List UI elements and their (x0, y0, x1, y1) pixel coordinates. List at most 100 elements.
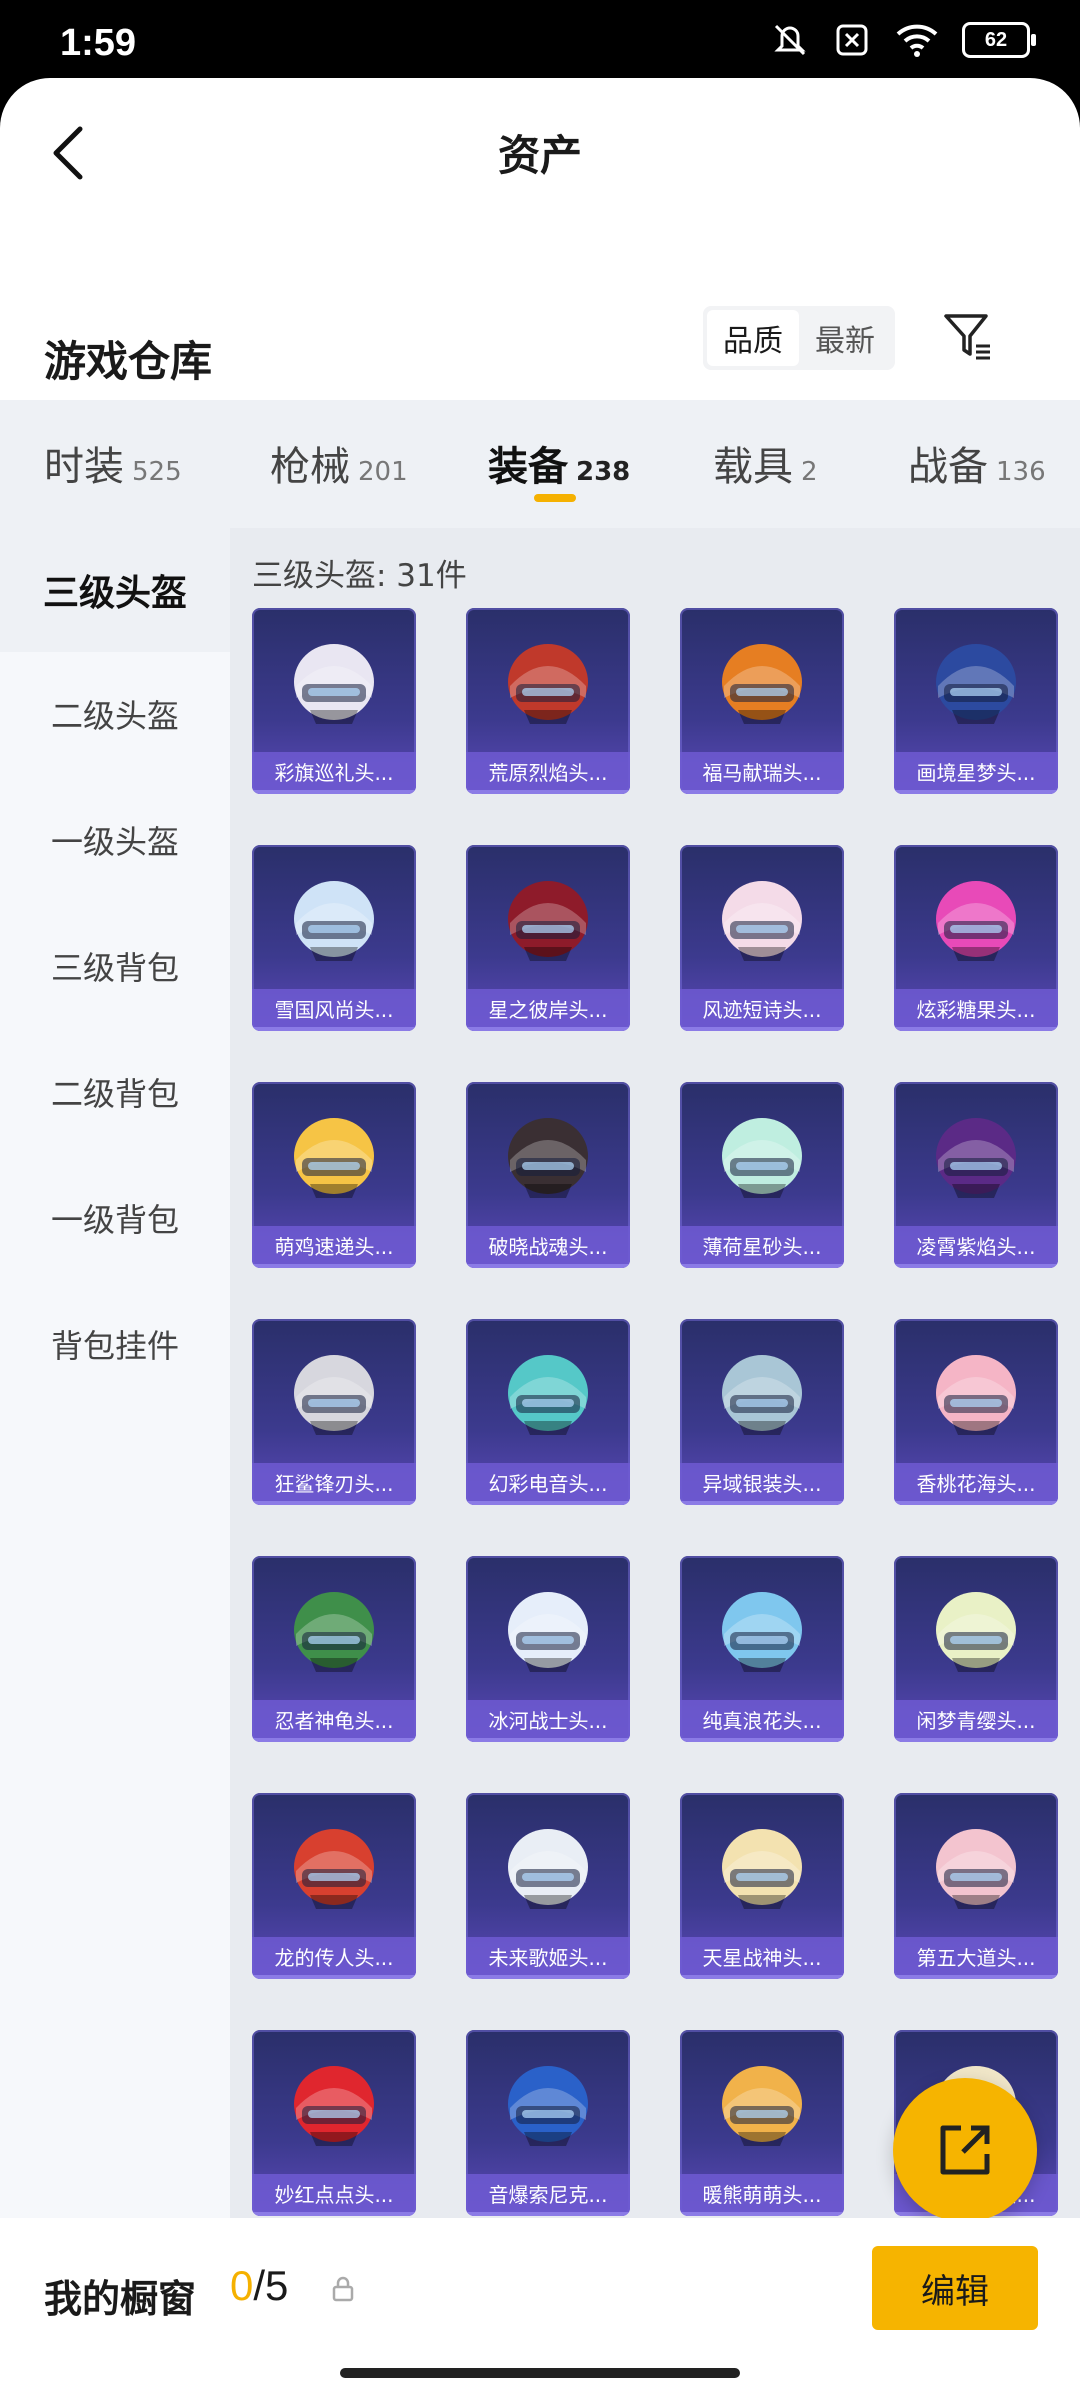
edit-button[interactable]: 编辑 (872, 2246, 1038, 2330)
item-card[interactable]: 破晓战魂头... (466, 1082, 630, 1268)
item-card[interactable]: 星之彼岸头... (466, 845, 630, 1031)
sort-option-newest[interactable]: 最新 (799, 310, 891, 366)
item-name: 凌霄紫焰头... (894, 1226, 1058, 1264)
rarity-strip (680, 1264, 844, 1268)
helmet-icon (680, 608, 844, 754)
item-card[interactable]: 忍者神龟头... (252, 1556, 416, 1742)
item-card[interactable]: 暖熊萌萌头... (680, 2030, 844, 2216)
rarity-strip (680, 1027, 844, 1031)
subcategory-sidebar: 三级头盔 二级头盔 一级头盔 三级背包 二级背包 一级背包 背包挂件 (0, 528, 230, 2218)
item-card[interactable]: 彩旗巡礼头... (252, 608, 416, 794)
item-name: 纯真浪花头... (680, 1700, 844, 1738)
item-card[interactable]: 凌霄紫焰头... (894, 1082, 1058, 1268)
helmet-icon (680, 1082, 844, 1228)
sim-icon (836, 24, 868, 56)
rarity-strip (252, 1738, 416, 1742)
sidebar-item-level2-backpack[interactable]: 二级背包 (0, 1030, 230, 1154)
item-card[interactable]: 天星战神头... (680, 1793, 844, 1979)
share-button[interactable] (893, 2078, 1037, 2222)
helmet-icon (252, 845, 416, 991)
item-card[interactable]: 妙红点点头... (252, 2030, 416, 2216)
lock-icon (332, 2276, 354, 2302)
item-card[interactable]: 幻彩电音头... (466, 1319, 630, 1505)
showcase-total: /5 (253, 2262, 289, 2309)
item-card[interactable]: 闲梦青缨头... (894, 1556, 1058, 1742)
item-card[interactable]: 炫彩糖果头... (894, 845, 1058, 1031)
tab-guns[interactable]: 枪械 201 (270, 434, 408, 492)
rarity-strip (466, 1264, 630, 1268)
helmet-icon (680, 1319, 844, 1465)
tab-combat-gear[interactable]: 战备 136 (908, 434, 1046, 492)
item-name: 忍者神龟头... (252, 1700, 416, 1738)
helmet-icon (466, 1319, 630, 1465)
showcase-label: 我的橱窗 (44, 2277, 197, 2321)
item-card[interactable]: 狂鲨锋刃头... (252, 1319, 416, 1505)
tab-label: 载具 (713, 444, 793, 490)
item-card[interactable]: 音爆索尼克... (466, 2030, 630, 2216)
sidebar-item-backpack-charm[interactable]: 背包挂件 (0, 1282, 230, 1406)
tab-vehicles[interactable]: 载具 2 (713, 434, 818, 492)
item-name: 音爆索尼克... (466, 2174, 630, 2212)
sidebar-item-level3-helmet[interactable]: 三级头盔 (0, 528, 230, 652)
sidebar-item-level3-backpack[interactable]: 三级背包 (0, 904, 230, 1028)
item-card[interactable]: 风迹短诗头... (680, 845, 844, 1031)
status-bar: 1:59 62 (0, 0, 1080, 78)
helmet-icon (466, 1793, 630, 1939)
item-card[interactable]: 画境星梦头... (894, 608, 1058, 794)
item-card[interactable]: 萌鸡速递头... (252, 1082, 416, 1268)
rarity-strip (466, 790, 630, 794)
helmet-icon (466, 1082, 630, 1228)
rarity-strip (252, 1501, 416, 1505)
rarity-strip (466, 1975, 630, 1979)
rarity-strip (252, 790, 416, 794)
helmet-icon (252, 2030, 416, 2176)
rarity-strip (466, 1738, 630, 1742)
item-card[interactable]: 雪国风尚头... (252, 845, 416, 1031)
page-title: 资产 (497, 131, 582, 180)
tab-label: 枪械 (270, 444, 350, 490)
item-card[interactable]: 未来歌姬头... (466, 1793, 630, 1979)
sort-option-quality[interactable]: 品质 (707, 310, 799, 366)
item-name: 炫彩糖果头... (894, 989, 1058, 1027)
item-card[interactable]: 福马献瑞头... (680, 608, 844, 794)
rarity-strip (894, 1975, 1058, 1979)
helmet-icon (252, 1556, 416, 1702)
item-name: 暖熊萌萌头... (680, 2174, 844, 2212)
filter-button[interactable] (936, 304, 1000, 368)
item-card[interactable]: 异域银装头... (680, 1319, 844, 1505)
item-count-label: 三级头盔: 31件 (252, 558, 467, 594)
helmet-icon (680, 845, 844, 991)
sidebar-item-level2-helmet[interactable]: 二级头盔 (0, 652, 230, 776)
helmet-icon (466, 608, 630, 754)
sidebar-item-level1-helmet[interactable]: 一级头盔 (0, 778, 230, 902)
item-name: 彩旗巡礼头... (252, 752, 416, 790)
item-card[interactable]: 第五大道头... (894, 1793, 1058, 1979)
item-card[interactable]: 香桃花海头... (894, 1319, 1058, 1505)
item-card[interactable]: 冰河战士头... (466, 1556, 630, 1742)
item-card[interactable]: 荒原烈焰头... (466, 608, 630, 794)
tab-fashion[interactable]: 时装 525 (44, 434, 182, 492)
tab-equipment[interactable]: 装备 238 (488, 434, 630, 492)
helmet-icon (252, 1082, 416, 1228)
item-name: 未来歌姬头... (466, 1937, 630, 1975)
rarity-strip (894, 790, 1058, 794)
helmet-icon (894, 1082, 1058, 1228)
item-card[interactable]: 龙的传人头... (252, 1793, 416, 1979)
rarity-strip (894, 1027, 1058, 1031)
item-card[interactable]: 薄荷星砂头... (680, 1082, 844, 1268)
rarity-strip (680, 790, 844, 794)
item-name: 龙的传人头... (252, 1937, 416, 1975)
tab-count: 201 (358, 457, 408, 487)
item-name: 荒原烈焰头... (466, 752, 630, 790)
mute-icon (774, 24, 806, 56)
filter-icon (944, 314, 990, 360)
home-indicator[interactable] (340, 2368, 740, 2378)
active-tab-indicator (534, 494, 576, 502)
item-name: 星之彼岸头... (466, 989, 630, 1027)
rarity-strip (252, 1975, 416, 1979)
sort-toggle: 品质 最新 (703, 306, 895, 370)
tab-label: 装备 (488, 444, 568, 490)
share-icon (940, 2125, 990, 2175)
item-card[interactable]: 纯真浪花头... (680, 1556, 844, 1742)
sidebar-item-level1-backpack[interactable]: 一级背包 (0, 1156, 230, 1280)
